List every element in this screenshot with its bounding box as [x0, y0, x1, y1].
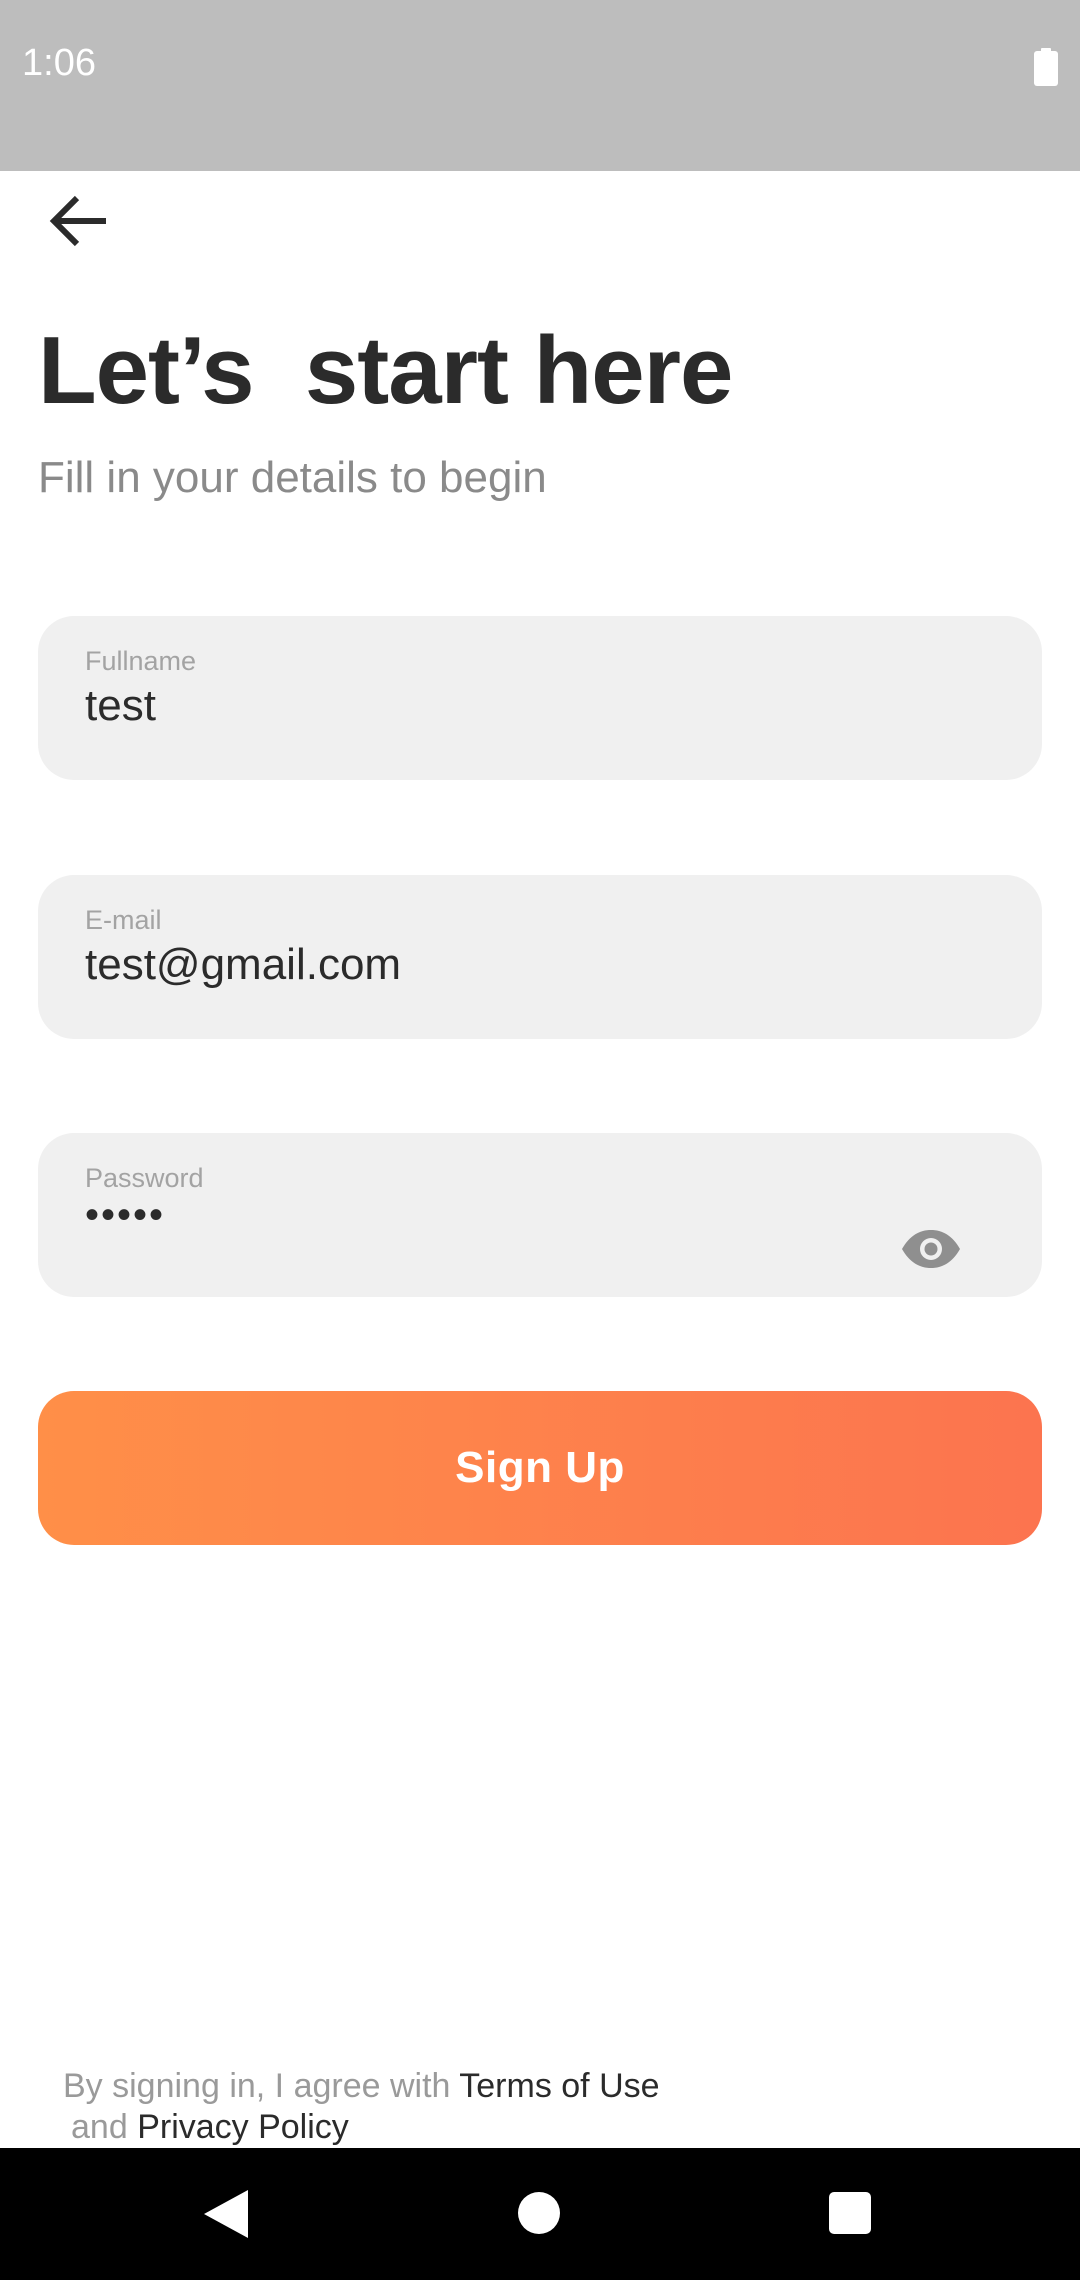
triangle-back-icon[interactable]: [204, 2190, 248, 2238]
page-subtitle: Fill in your details to begin: [38, 453, 547, 502]
email-field[interactable]: E-mail test@gmail.com: [38, 875, 1042, 1039]
password-field[interactable]: Password •••••: [38, 1133, 1042, 1297]
square-recents-icon[interactable]: [829, 2192, 871, 2234]
legal-text-line2: and Privacy Policy: [71, 2107, 349, 2148]
email-value: test@gmail.com: [85, 940, 402, 989]
password-value: •••••: [85, 1193, 166, 1237]
navigation-bar: [0, 2148, 1080, 2280]
circle-home-icon[interactable]: [518, 2192, 560, 2234]
legal-prefix: By signing in, I agree with: [63, 2067, 460, 2105]
fullname-field[interactable]: Fullname test: [38, 616, 1042, 780]
status-time: 1:06: [22, 42, 96, 84]
password-label: Password: [85, 1163, 204, 1193]
eye-icon[interactable]: [900, 1229, 962, 1269]
email-label: E-mail: [85, 905, 162, 935]
terms-of-use-link[interactable]: Terms of Use: [459, 2067, 659, 2105]
fullname-value: test: [85, 681, 156, 730]
signup-button-label: Sign Up: [455, 1443, 625, 1492]
page-title: Let’s start here: [38, 317, 733, 424]
status-bar: 1:06: [0, 0, 1080, 171]
back-button[interactable]: [34, 176, 124, 266]
arrow-left-icon: [49, 195, 106, 247]
fullname-label: Fullname: [85, 646, 197, 676]
signup-button[interactable]: Sign Up: [38, 1391, 1042, 1545]
legal-conjunction: and: [71, 2108, 138, 2146]
privacy-policy-link[interactable]: Privacy Policy: [137, 2108, 349, 2146]
legal-text-line1: By signing in, I agree with Terms of Use: [63, 2066, 660, 2107]
battery-icon: [1034, 48, 1058, 86]
